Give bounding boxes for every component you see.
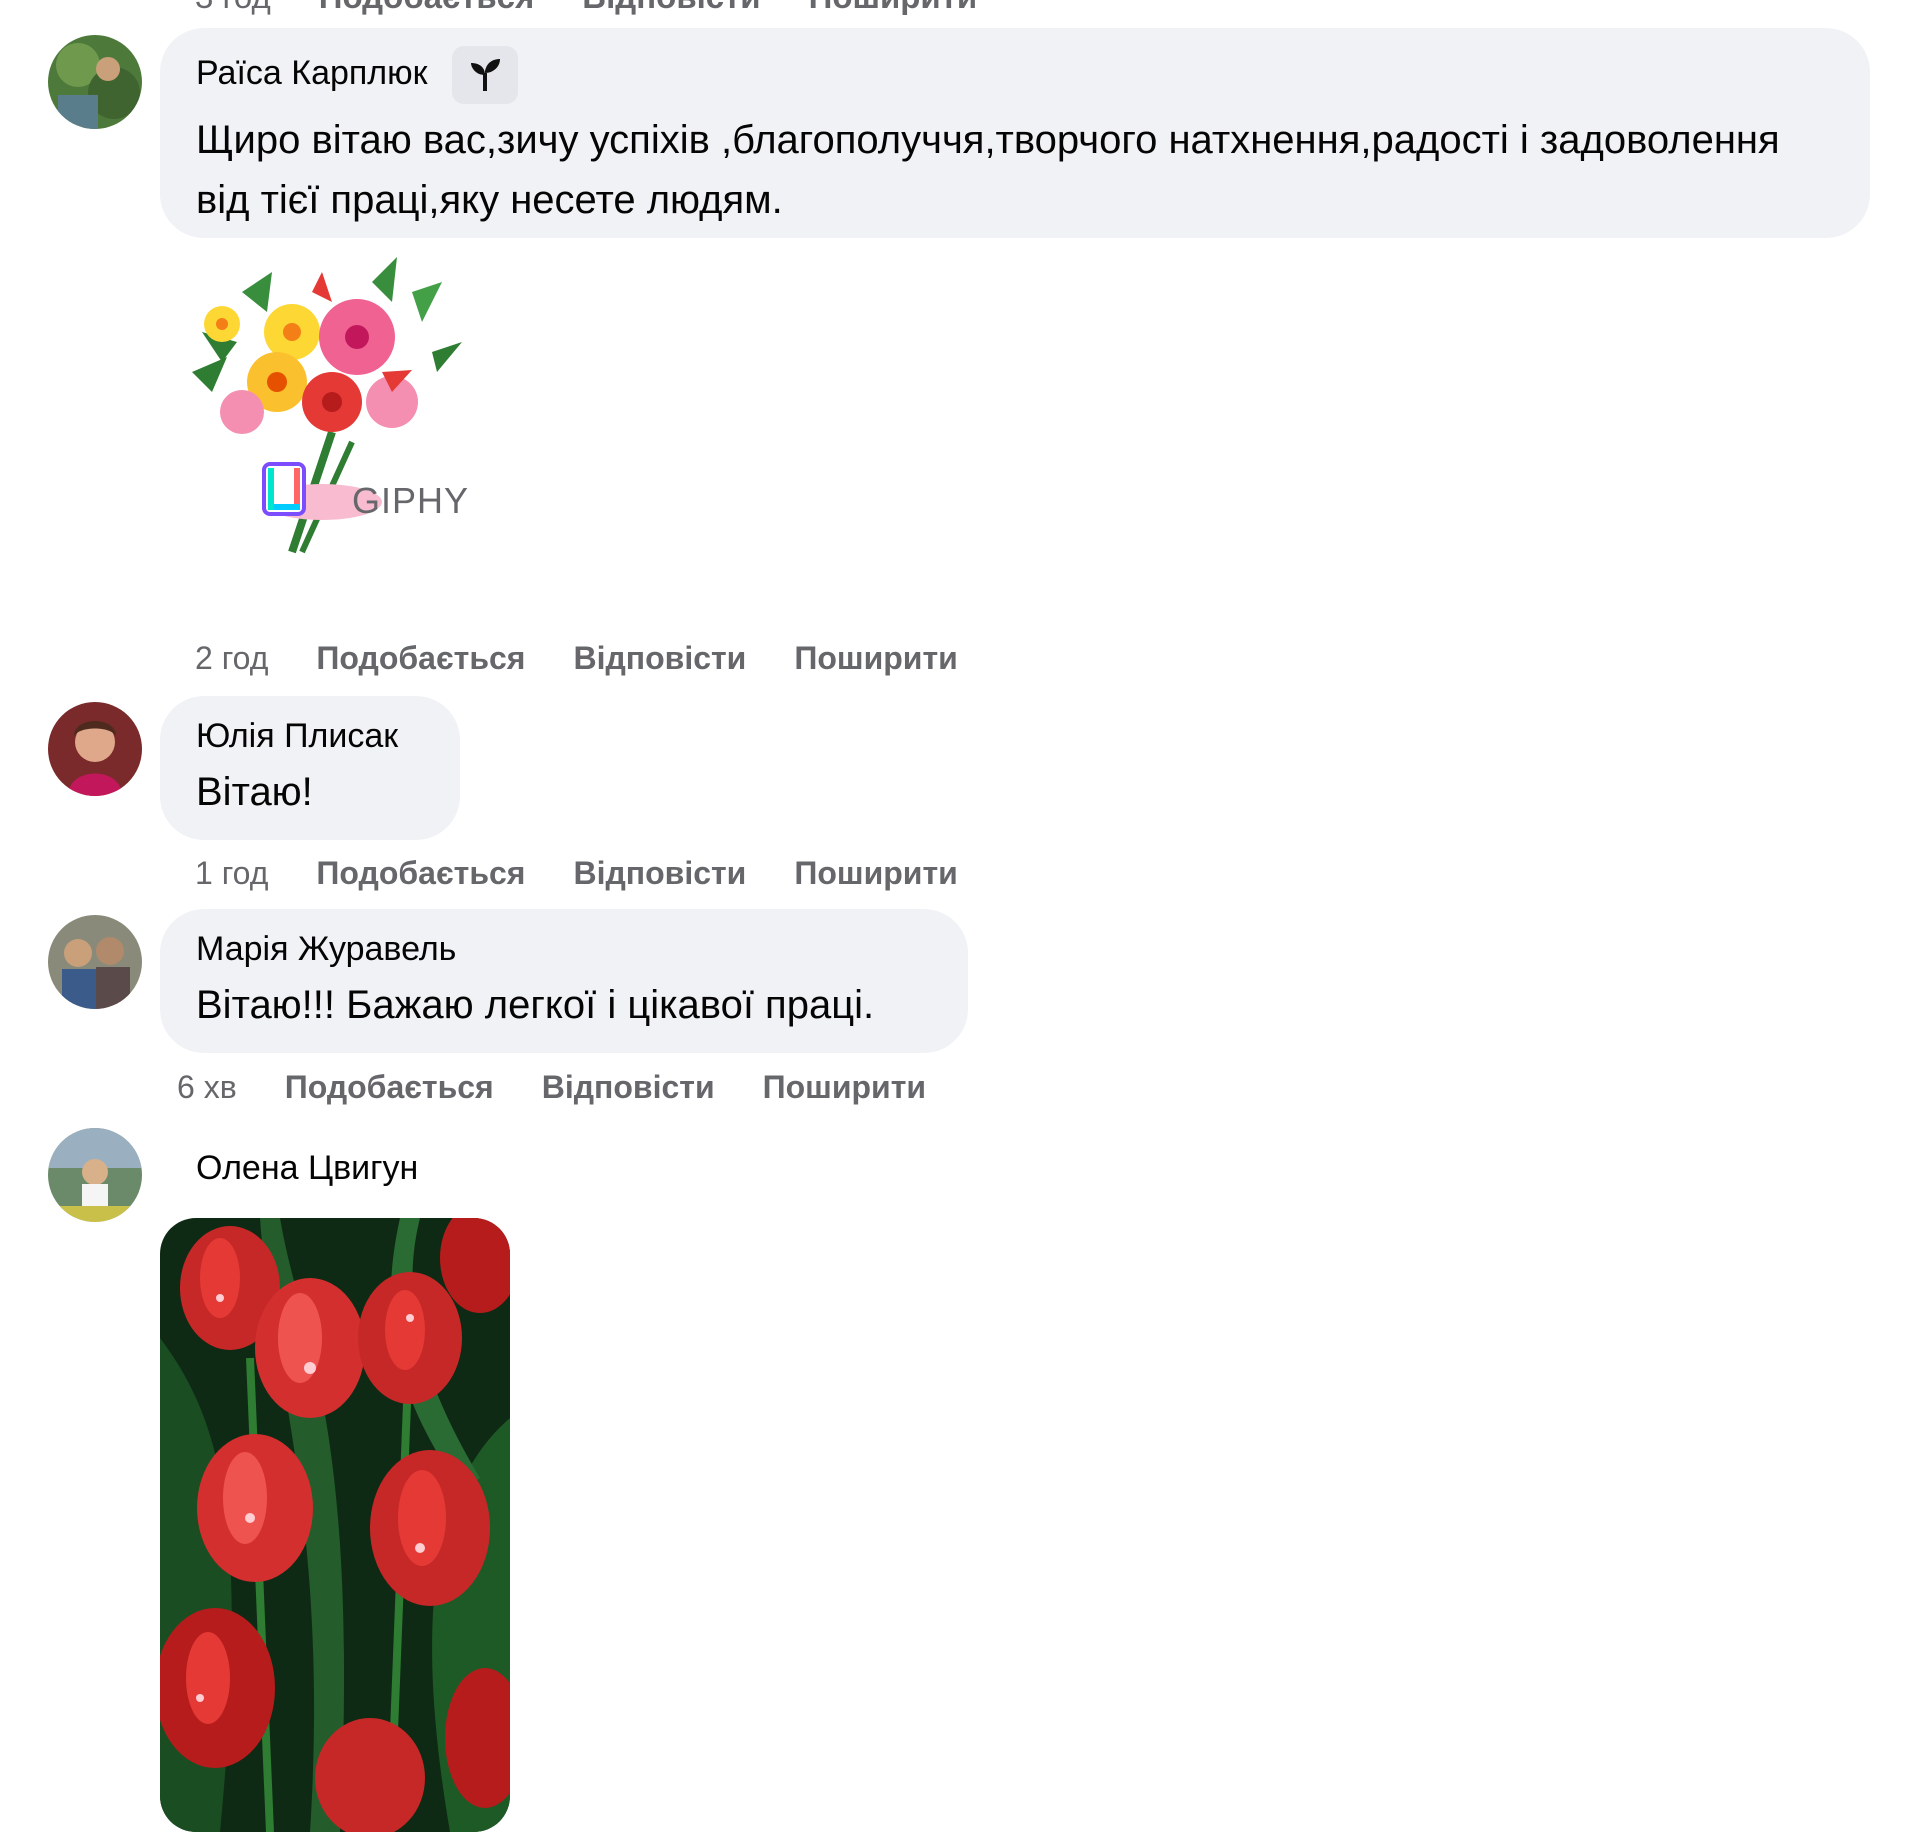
author-name[interactable]: Раїса Карплюк	[196, 54, 428, 92]
like-button[interactable]: Подобається	[319, 0, 535, 16]
comment-actions: 1 год Подобається Відповісти Поширити	[195, 855, 958, 892]
comment-bubble: Марія Журавель Вітаю!!! Бажаю легкої і ц…	[160, 909, 968, 1053]
comment-time[interactable]: 3 год	[195, 0, 271, 16]
comment-author[interactable]: Марія Журавель	[196, 927, 932, 971]
comment-author[interactable]: Раїса Карплюк	[196, 46, 1834, 104]
avatar[interactable]	[48, 1128, 142, 1222]
share-button[interactable]: Поширити	[809, 0, 978, 16]
comment-actions: 2 год Подобається Відповісти Поширити	[195, 640, 958, 677]
share-button[interactable]: Поширити	[794, 855, 957, 892]
red-tulips-photo[interactable]	[160, 1218, 510, 1832]
avatar[interactable]	[48, 915, 142, 1009]
like-button[interactable]: Подобається	[316, 855, 525, 892]
share-button[interactable]: Поширити	[794, 640, 957, 677]
giphy-label: GIPHY	[352, 480, 470, 521]
comment-time[interactable]: 1 год	[195, 855, 268, 892]
avatar[interactable]	[48, 702, 142, 796]
comment-time[interactable]: 2 год	[195, 640, 268, 677]
comment-bubble: Раїса Карплюк Щиро вітаю вас,зичу успіхі…	[160, 28, 1870, 238]
comment-author[interactable]: Олена Цвигун	[196, 1146, 418, 1190]
comment-time[interactable]: 6 хв	[177, 1069, 237, 1106]
avatar[interactable]	[48, 35, 142, 129]
comment-actions: 6 хв Подобається Відповісти Поширити	[177, 1069, 926, 1106]
share-button[interactable]: Поширити	[763, 1069, 926, 1106]
comment-text: Вітаю!	[196, 770, 313, 814]
like-button[interactable]: Подобається	[285, 1069, 494, 1106]
reply-button[interactable]: Відповісти	[582, 0, 760, 16]
comments-section: 3 год Подобається Відповісти Поширити Ра…	[0, 0, 1920, 1836]
previous-comment-actions: 3 год Подобається Відповісти Поширити	[195, 0, 977, 16]
comment-text: Щиро вітаю вас,зичу успіхів ,благополучч…	[196, 118, 1780, 222]
reply-button[interactable]: Відповісти	[573, 855, 746, 892]
giphy-bouquet-sticker[interactable]: GIPHY	[182, 252, 482, 572]
new-member-sprout-icon[interactable]	[451, 46, 518, 104]
comment-author[interactable]: Юлія Плисак	[196, 714, 424, 758]
like-button[interactable]: Подобається	[316, 640, 525, 677]
comment-bubble: Юлія Плисак Вітаю!	[160, 696, 460, 840]
comment-text: Вітаю!!! Бажаю легкої і цікавої праці.	[196, 983, 875, 1027]
reply-button[interactable]: Відповісти	[542, 1069, 715, 1106]
reply-button[interactable]: Відповісти	[573, 640, 746, 677]
